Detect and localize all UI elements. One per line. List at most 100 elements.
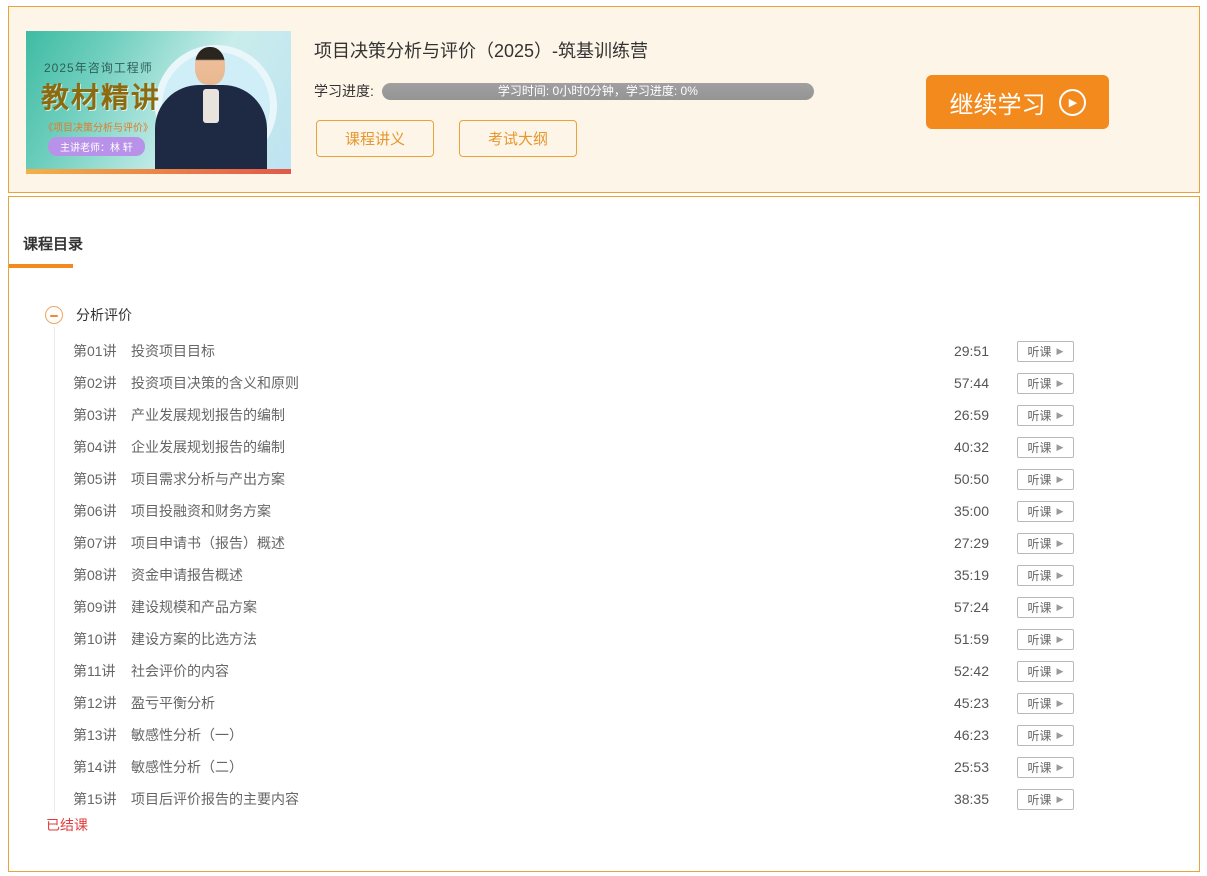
play-triangle-icon: ▶: [1056, 441, 1064, 452]
lesson-title: 项目申请书（报告）概述: [131, 535, 285, 551]
lesson-number: 第15讲: [73, 791, 117, 807]
lesson-title: 企业发展规划报告的编制: [131, 439, 285, 455]
listen-button-label: 听课: [1027, 760, 1052, 775]
lesson-duration: 38:35: [953, 791, 989, 807]
lesson-row: 第06讲 项目投融资和财务方案 35:00 听课 ▶: [9, 495, 1199, 527]
lesson-number: 第12讲: [73, 695, 117, 711]
lesson-title: 建设规模和产品方案: [131, 599, 257, 615]
teacher-badge: 主讲老师：林 轩: [48, 137, 145, 156]
lesson-number: 第09讲: [73, 599, 117, 615]
lesson-duration: 57:44: [953, 375, 989, 391]
collapse-minus-icon[interactable]: [45, 306, 63, 324]
play-triangle-icon: ▶: [1056, 473, 1064, 484]
lesson-row: 第10讲 建设方案的比选方法 51:59 听课 ▶: [9, 623, 1199, 655]
section-analysis-evaluation[interactable]: 分析评价: [45, 305, 132, 325]
lesson-title: 盈亏平衡分析: [131, 695, 215, 711]
listen-button[interactable]: 听课 ▶: [1017, 628, 1074, 650]
lesson-duration: 29:51: [953, 343, 989, 359]
lesson-title: 项目后评价报告的主要内容: [131, 791, 299, 807]
listen-button[interactable]: 听课 ▶: [1017, 532, 1074, 554]
lesson-title: 敏感性分析（二）: [131, 759, 243, 775]
listen-button[interactable]: 听课 ▶: [1017, 788, 1074, 810]
lesson-row: 第14讲 敏感性分析（二） 25:53 听课 ▶: [9, 751, 1199, 783]
continue-learning-label: 继续学习: [949, 91, 1046, 119]
play-triangle-icon: ▶: [1056, 345, 1064, 356]
listen-button[interactable]: 听课 ▶: [1017, 340, 1074, 362]
listen-button-label: 听课: [1027, 728, 1052, 743]
lesson-number: 第08讲: [73, 567, 117, 583]
tab-course-catalog[interactable]: 课程目录: [9, 233, 84, 268]
listen-button-label: 听课: [1027, 632, 1052, 647]
listen-button[interactable]: 听课 ▶: [1017, 436, 1074, 458]
lesson-title: 投资项目目标: [131, 343, 215, 359]
progress-row: 学习进度: 学习时间: 0小时0分钟，学习进度: 0%: [314, 81, 814, 101]
lesson-number: 第01讲: [73, 343, 117, 359]
listen-button-label: 听课: [1027, 376, 1052, 391]
handout-button[interactable]: 课程讲义: [316, 120, 434, 157]
lesson-row: 第13讲 敏感性分析（一） 46:23 听课 ▶: [9, 719, 1199, 751]
listen-button[interactable]: 听课 ▶: [1017, 372, 1074, 394]
play-triangle-icon: ▶: [1056, 409, 1064, 420]
lesson-number: 第10讲: [73, 631, 117, 647]
play-triangle-icon: ▶: [1056, 537, 1064, 548]
lesson-row: 第07讲 项目申请书（报告）概述 27:29 听课 ▶: [9, 527, 1199, 559]
lesson-duration: 35:19: [953, 567, 989, 583]
listen-button[interactable]: 听课 ▶: [1017, 468, 1074, 490]
lesson-duration: 27:29: [953, 535, 989, 551]
listen-button[interactable]: 听课 ▶: [1017, 500, 1074, 522]
lesson-number: 第03讲: [73, 407, 117, 423]
lesson-duration: 26:59: [953, 407, 989, 423]
lesson-duration: 35:00: [953, 503, 989, 519]
lesson-list: 第01讲 投资项目目标 29:51 听课 ▶ 第02讲 投资项目决策的含义和原则…: [9, 335, 1199, 815]
course-header-card: 2025年咨询工程师 教材精讲 《项目决策分析与评价》 主讲老师：林 轩 项目决…: [8, 6, 1200, 193]
lesson-row: 第05讲 项目需求分析与产出方案 50:50 听课 ▶: [9, 463, 1199, 495]
listen-button[interactable]: 听课 ▶: [1017, 660, 1074, 682]
course-thumbnail[interactable]: 2025年咨询工程师 教材精讲 《项目决策分析与评价》 主讲老师：林 轩: [26, 31, 291, 174]
continue-learning-button[interactable]: 继续学习 ▶: [926, 75, 1109, 129]
tab-course-catalog-label: 课程目录: [23, 236, 84, 253]
instructor-head: [195, 47, 225, 85]
listen-button[interactable]: 听课 ▶: [1017, 756, 1074, 778]
lesson-number: 第04讲: [73, 439, 117, 455]
listen-button[interactable]: 听课 ▶: [1017, 692, 1074, 714]
thumbnail-bottom-strip: [26, 169, 291, 174]
play-triangle-icon: ▶: [1056, 697, 1064, 708]
lesson-number: 第07讲: [73, 535, 117, 551]
lesson-number: 第06讲: [73, 503, 117, 519]
listen-button[interactable]: 听课 ▶: [1017, 564, 1074, 586]
play-triangle-icon: ▶: [1056, 761, 1064, 772]
lesson-duration: 57:24: [953, 599, 989, 615]
listen-button-label: 听课: [1027, 600, 1052, 615]
lesson-number: 第02讲: [73, 375, 117, 391]
course-title: 项目决策分析与评价（2025）-筑基训练营: [314, 41, 649, 61]
listen-button-label: 听课: [1027, 408, 1052, 423]
listen-button[interactable]: 听课 ▶: [1017, 724, 1074, 746]
instructor-shirt: [203, 89, 219, 123]
lesson-number: 第11讲: [73, 663, 116, 679]
play-triangle-icon: ▶: [1056, 505, 1064, 516]
lesson-title: 建设方案的比选方法: [131, 631, 257, 647]
lesson-title: 敏感性分析（一）: [131, 727, 243, 743]
syllabus-button[interactable]: 考试大纲: [459, 120, 577, 157]
lesson-duration: 25:53: [953, 759, 989, 775]
lesson-number: 第14讲: [73, 759, 117, 775]
play-triangle-icon: ▶: [1056, 633, 1064, 644]
lesson-duration: 45:23: [953, 695, 989, 711]
lesson-row: 第03讲 产业发展规划报告的编制 26:59 听课 ▶: [9, 399, 1199, 431]
listen-button[interactable]: 听课 ▶: [1017, 404, 1074, 426]
lesson-row: 第04讲 企业发展规划报告的编制 40:32 听课 ▶: [9, 431, 1199, 463]
listen-button-label: 听课: [1027, 664, 1052, 679]
lesson-duration: 46:23: [953, 727, 989, 743]
listen-button[interactable]: 听课 ▶: [1017, 596, 1074, 618]
lesson-row: 第02讲 投资项目决策的含义和原则 57:44 听课 ▶: [9, 367, 1199, 399]
listen-button-label: 听课: [1027, 568, 1052, 583]
listen-button-label: 听课: [1027, 536, 1052, 551]
lesson-duration: 50:50: [953, 471, 989, 487]
lesson-row: 第09讲 建设规模和产品方案 57:24 听课 ▶: [9, 591, 1199, 623]
lesson-title: 产业发展规划报告的编制: [131, 407, 285, 423]
thumbnail-subtitle-text: 《项目决策分析与评价》: [43, 123, 153, 134]
progress-label: 学习进度:: [314, 83, 374, 99]
section-title: 分析评价: [76, 307, 132, 323]
listen-button-label: 听课: [1027, 504, 1052, 519]
play-triangle-icon: ▶: [1056, 601, 1064, 612]
